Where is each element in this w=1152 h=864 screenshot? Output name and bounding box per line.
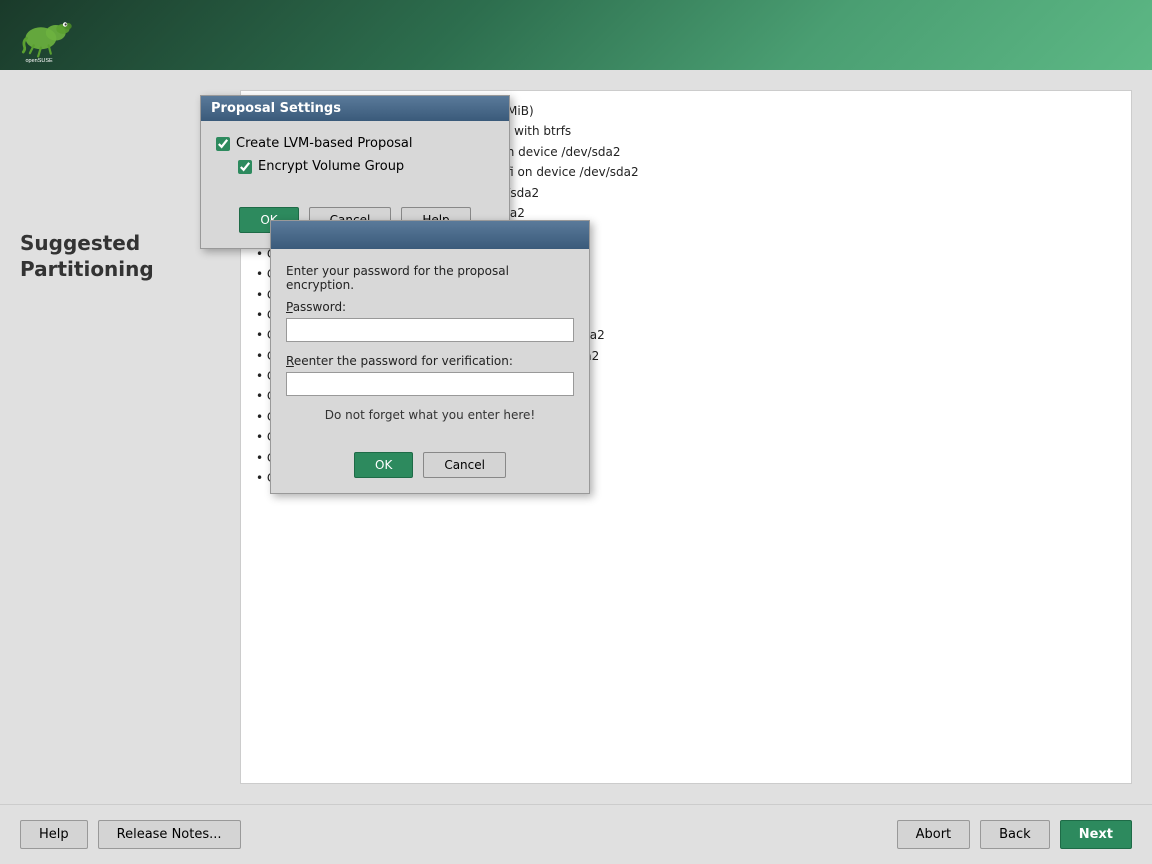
footer: Help Release Notes... Abort Back Next xyxy=(0,804,1152,864)
password-prompt: Enter your password for the proposal enc… xyxy=(286,264,574,292)
help-button[interactable]: Help xyxy=(20,820,88,849)
logo-area: openSUSE xyxy=(20,8,75,63)
footer-left: Help Release Notes... xyxy=(20,820,241,849)
abort-button[interactable]: Abort xyxy=(897,820,971,849)
reenter-password-input[interactable] xyxy=(286,372,574,396)
opensuse-logo: openSUSE xyxy=(20,8,75,63)
header: openSUSE xyxy=(0,0,1152,70)
proposal-dialog-body: Create LVM-based Proposal Encrypt Volume… xyxy=(201,121,509,197)
proposal-dialog-title: Proposal Settings xyxy=(201,96,509,121)
encrypt-checkbox-row: Encrypt Volume Group xyxy=(238,159,494,174)
lvm-checkbox-row: Create LVM-based Proposal xyxy=(216,136,494,151)
password-hint: Do not forget what you enter here! xyxy=(286,408,574,422)
password-dialog-body: Enter your password for the proposal enc… xyxy=(271,249,589,447)
footer-right: Abort Back Next xyxy=(897,820,1132,849)
reenter-label: Reenter the password for verification: xyxy=(286,354,574,368)
next-button[interactable]: Next xyxy=(1060,820,1132,849)
back-button[interactable]: Back xyxy=(980,820,1050,849)
password-input[interactable] xyxy=(286,318,574,342)
lvm-checkbox-label: Create LVM-based Proposal xyxy=(236,136,413,151)
release-notes-button[interactable]: Release Notes... xyxy=(98,820,241,849)
encrypt-checkbox-label: Encrypt Volume Group xyxy=(258,159,404,174)
password-ok-button[interactable]: OK xyxy=(354,452,413,478)
password-dialog-buttons: OK Cancel xyxy=(271,447,589,493)
lvm-checkbox[interactable] xyxy=(216,137,230,151)
password-cancel-button[interactable]: Cancel xyxy=(423,452,506,478)
password-dialog-title xyxy=(271,221,589,249)
password-label: Password: xyxy=(286,300,574,314)
svg-text:openSUSE: openSUSE xyxy=(26,57,54,62)
encrypt-checkbox[interactable] xyxy=(238,160,252,174)
password-dialog: Enter your password for the proposal enc… xyxy=(270,220,590,494)
